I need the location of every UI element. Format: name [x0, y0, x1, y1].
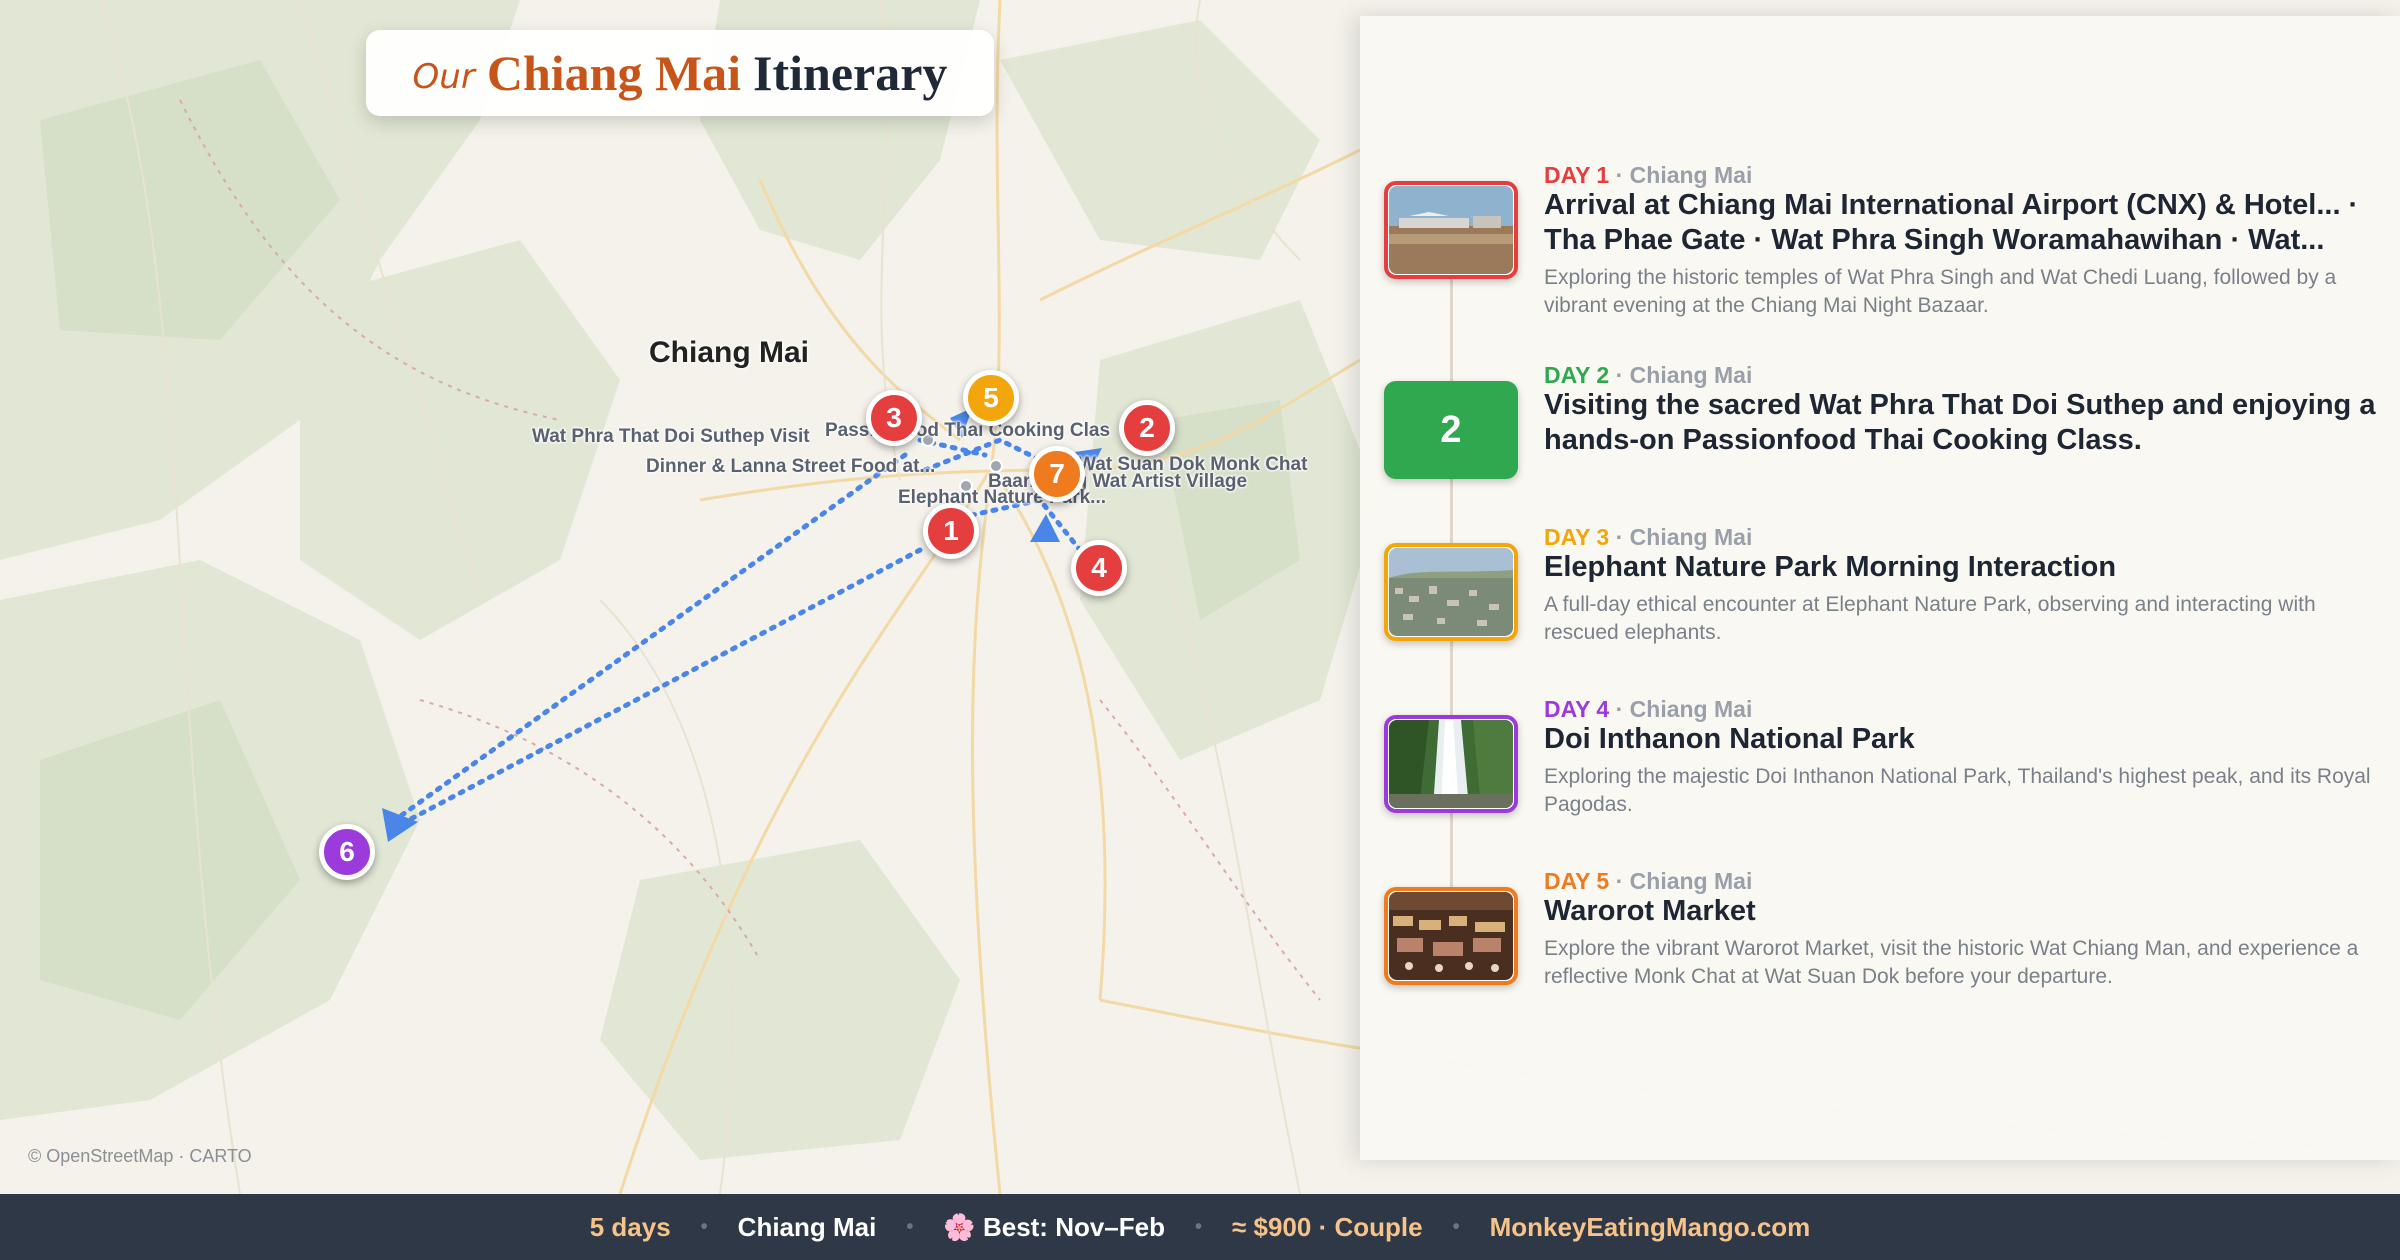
map-marker-3[interactable]: 3 — [866, 390, 922, 446]
city-view-image — [1389, 548, 1513, 636]
title-card: Our Chiang Mai Itinerary — [366, 30, 994, 116]
map-marker-4[interactable]: 4 — [1071, 540, 1127, 596]
market-image — [1389, 892, 1513, 980]
footer-budget: ≈ $900 · Couple — [1232, 1211, 1423, 1242]
day-title: Warorot Market — [1544, 895, 1756, 927]
footer-separator: • — [1195, 1215, 1203, 1238]
day-location: Chiang Mai — [1629, 362, 1753, 388]
day-number: 2 — [1440, 408, 1462, 451]
day-description: A full-day ethical encounter at Elephant… — [1544, 593, 2316, 644]
day-label: DAY 1 — [1544, 162, 1610, 188]
footer-city: Chiang Mai — [737, 1211, 877, 1242]
day-thumbnail[interactable] — [1384, 887, 1518, 985]
footer-best-season: 🌸 Best: Nov–Feb — [943, 1211, 1165, 1242]
day-description: Exploring the historic temples of Wat Ph… — [1544, 266, 2337, 317]
day-label: DAY 3 — [1544, 524, 1610, 550]
footer-separator: • — [906, 1215, 914, 1238]
itinerary-panel[interactable]: DAY 1 · Chiang Mai Arrival at Chiang Mai… — [1360, 16, 2400, 1160]
footer-separator: • — [700, 1215, 708, 1238]
day-location: Chiang Mai — [1629, 162, 1753, 188]
airport-image — [1389, 186, 1513, 274]
day-location: Chiang Mai — [1629, 868, 1753, 894]
footer-separator: • — [1452, 1215, 1460, 1238]
day-title: Arrival at Chiang Mai International Airp… — [1544, 189, 2359, 256]
day-title: Elephant Nature Park Morning Interaction — [1544, 551, 2117, 583]
day-thumbnail[interactable] — [1384, 715, 1518, 813]
footer-duration: 5 days — [589, 1211, 671, 1242]
day-label: DAY 2 — [1544, 362, 1610, 388]
day-location: Chiang Mai — [1629, 524, 1753, 550]
map-attribution[interactable]: © OpenStreetMap · CARTO — [28, 1146, 252, 1167]
title-prefix: Our — [412, 57, 475, 97]
waterfall-image — [1389, 720, 1513, 808]
map-marker-7[interactable]: 7 — [1029, 446, 1085, 502]
footer-site-link[interactable]: MonkeyEatingMango.com — [1490, 1212, 1811, 1243]
footer-bar: 5 days • Chiang Mai • 🌸 Best: Nov–Feb • … — [0, 1194, 2400, 1260]
title-city: Chiang Mai — [486, 45, 742, 101]
day-location: Chiang Mai — [1629, 696, 1753, 722]
day-thumbnail[interactable] — [1384, 181, 1518, 279]
day-label: DAY 5 — [1544, 868, 1610, 894]
map-marker-1[interactable]: 1 — [923, 503, 979, 559]
map-marker-2[interactable]: 2 — [1119, 400, 1175, 456]
map-marker-6[interactable]: 6 — [319, 824, 375, 880]
day-label: DAY 4 — [1544, 696, 1610, 722]
day-title: Visiting the sacred Wat Phra That Doi Su… — [1544, 389, 2376, 456]
place-label[interactable]: Dinner & Lanna Street Food at... — [646, 456, 935, 478]
day-number-badge[interactable]: 2 — [1384, 381, 1518, 479]
city-label: Chiang Mai — [649, 336, 810, 369]
place-label[interactable]: Wat Phra That Doi Suthep Visit — [532, 426, 810, 448]
day-description: Exploring the majestic Doi Inthanon Nati… — [1544, 765, 2371, 816]
day-title: Doi Inthanon National Park — [1544, 723, 1915, 755]
day-thumbnail[interactable] — [1384, 543, 1518, 641]
map-marker-5[interactable]: 5 — [963, 370, 1019, 426]
day-description: Explore the vibrant Warorot Market, visi… — [1544, 937, 2359, 988]
title-rest: Itinerary — [753, 45, 948, 101]
